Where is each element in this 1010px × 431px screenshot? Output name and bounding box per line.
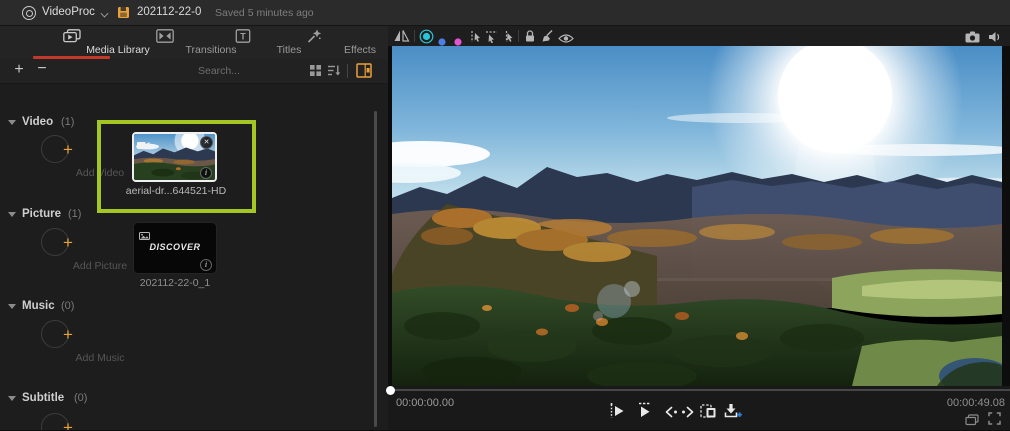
add-music-label: Add Music (75, 352, 125, 364)
preview-video-frame[interactable] (392, 46, 1002, 386)
panel-scrollbar[interactable] (374, 111, 377, 427)
tab-media-library[interactable]: Media Library (26, 26, 150, 59)
section-count: (0) (61, 300, 75, 312)
media-item-label: 202112-22-0_1 (139, 277, 211, 289)
next-frame-button[interactable] (681, 405, 695, 423)
add-picture-label: Add Picture (72, 260, 128, 272)
plus-circle-icon: + (41, 413, 73, 430)
picture-overlay-text: DISCOVER (149, 242, 201, 252)
plus-circle-icon: + (41, 135, 73, 163)
current-time: 00:00:00.00 (396, 397, 455, 409)
add-media-button[interactable]: + (10, 61, 28, 81)
caret-down-icon (8, 304, 16, 309)
section-count: (1) (61, 116, 75, 128)
toolbar-divider (414, 30, 415, 42)
grid-view-icon[interactable] (309, 64, 322, 82)
crop-snapshot-button[interactable] (700, 403, 717, 424)
titles-icon: T (235, 29, 251, 43)
sort-icon[interactable] (327, 64, 341, 82)
transitions-icon (156, 29, 174, 43)
app-topbar: VideoProc 202112-22-0 Saved 5 minutes ag… (0, 0, 1010, 26)
section-name: Video (22, 116, 54, 128)
section-count: (1) (68, 208, 82, 220)
plus-circle-icon: + (41, 228, 73, 256)
tab-effects[interactable]: Effects (268, 26, 376, 59)
section-header-picture[interactable]: Picture (1) (8, 208, 128, 222)
fullscreen-icon[interactable] (988, 412, 1001, 430)
library-content: Video (1) + Add Video ✕ i aerial-dr...64… (0, 84, 388, 430)
media-item-picture[interactable]: DISCOVER i (133, 222, 217, 274)
toolbar-divider (518, 30, 519, 42)
videoproc-logo-icon (22, 6, 36, 20)
panel-tabs: Media Library Transitions T Titles Effec… (0, 26, 388, 59)
media-item-video[interactable]: ✕ i (132, 132, 217, 182)
video-camera-icon (137, 137, 150, 155)
chevron-down-icon[interactable] (101, 9, 109, 17)
playhead-handle[interactable] (386, 386, 395, 395)
export-add-button[interactable] (724, 403, 742, 424)
play-button[interactable] (637, 402, 652, 424)
total-duration: 00:00:49.08 (946, 397, 1005, 409)
info-icon[interactable]: i (200, 259, 212, 271)
info-icon[interactable]: i (200, 167, 212, 179)
play-from-start-button[interactable] (610, 403, 625, 424)
preview-toolbar (388, 26, 1010, 46)
media-library-icon (63, 29, 81, 43)
project-title: 202112-22-0 (137, 6, 202, 18)
preview-video-art (392, 46, 1002, 386)
section-header-subtitle[interactable]: Subtitle (0) (8, 392, 128, 406)
toolbar-divider (347, 64, 348, 78)
remove-media-button[interactable]: − (33, 60, 51, 80)
section-name: Subtitle (22, 392, 65, 404)
library-toolbar: + − Search... (0, 59, 388, 84)
effects-wand-icon (306, 29, 322, 43)
previous-frame-button[interactable] (664, 405, 678, 423)
media-item-label: aerial-dr...644521-HD (125, 185, 227, 197)
float-window-icon[interactable] (965, 413, 979, 431)
caret-down-icon (8, 396, 16, 401)
save-project-icon[interactable] (117, 6, 130, 24)
remove-item-icon[interactable]: ✕ (200, 136, 213, 149)
collapse-panel-icon[interactable] (356, 63, 372, 83)
transport-bar: 00:00:00.00 00:00:49.08 (386, 386, 1010, 431)
caret-down-icon (8, 120, 16, 125)
section-header-music[interactable]: Music (0) (8, 300, 128, 314)
section-name: Music (22, 300, 55, 312)
app-name[interactable]: VideoProc (42, 6, 95, 18)
section-count: (0) (74, 392, 88, 404)
seek-bar[interactable] (392, 389, 1010, 391)
media-panel: Media Library Transitions T Titles Effec… (0, 26, 388, 430)
svg-text:T: T (240, 31, 246, 41)
section-name: Picture (22, 208, 61, 220)
caret-down-icon (8, 212, 16, 217)
saved-status: Saved 5 minutes ago (215, 7, 314, 19)
search-input[interactable]: Search... (198, 65, 254, 77)
plus-circle-icon: + (41, 320, 73, 348)
